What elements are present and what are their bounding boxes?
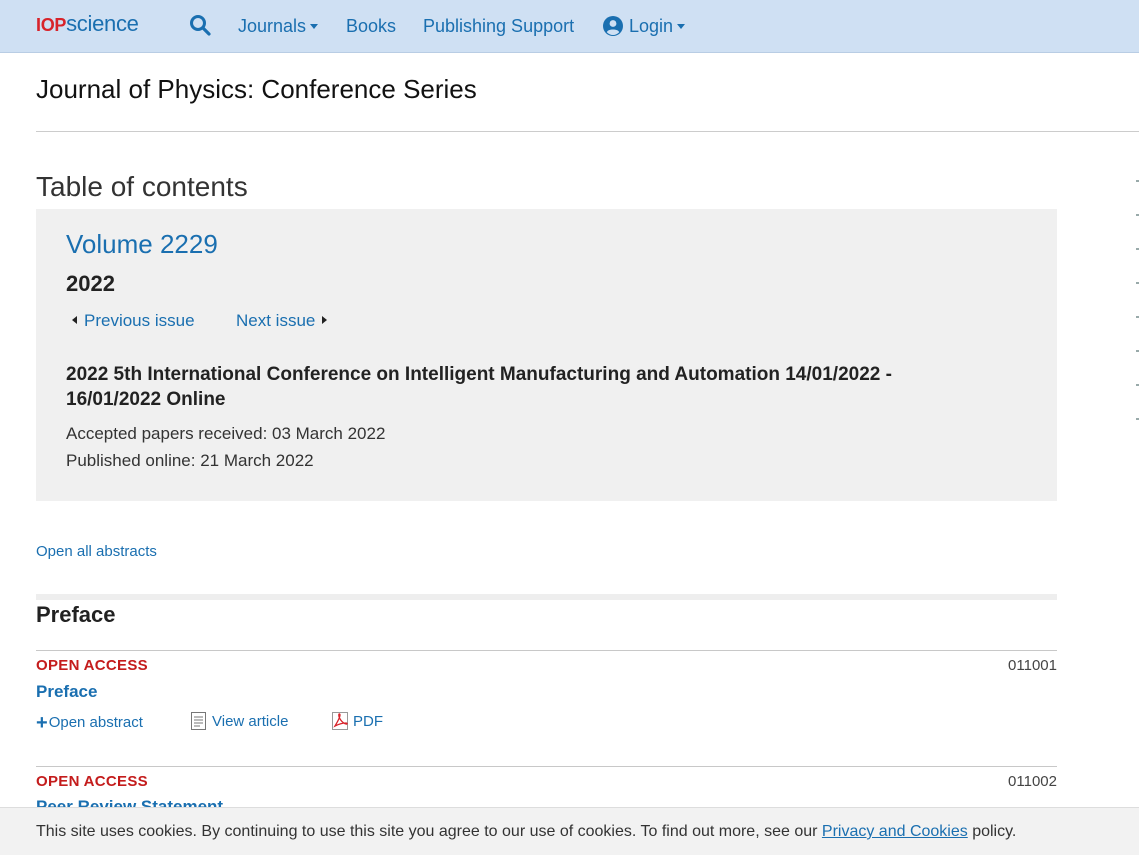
pdf-icon xyxy=(332,712,348,730)
plus-icon: + xyxy=(36,712,48,734)
section-divider xyxy=(36,594,1057,600)
journal-title: Journal of Physics: Conference Series xyxy=(36,74,477,104)
article-number: 011002 xyxy=(1008,773,1057,790)
open-abstract-label: Open abstract xyxy=(48,714,143,731)
divider xyxy=(36,131,1139,132)
open-access-badge: OPEN ACCESS xyxy=(36,657,148,674)
conference-title: 2022 5th International Conference on Int… xyxy=(66,364,892,410)
cookie-banner: This site uses cookies. By continuing to… xyxy=(0,807,1139,855)
cookie-text-before: This site uses cookies. By continuing to… xyxy=(36,823,822,840)
search-icon[interactable] xyxy=(189,14,211,36)
caret-left-icon xyxy=(72,316,77,324)
article-divider xyxy=(36,766,1057,767)
toc-heading: Table of contents xyxy=(36,171,248,202)
next-issue-label: Next issue xyxy=(236,311,316,330)
view-article-link[interactable]: View article xyxy=(191,712,288,730)
chevron-down-icon xyxy=(677,24,686,29)
caret-right-icon xyxy=(322,316,328,324)
nav-books-link[interactable]: Books xyxy=(346,16,396,37)
user-circle-icon xyxy=(603,16,623,36)
article-number: 011001 xyxy=(1008,657,1057,674)
nav-journals-label: Journals xyxy=(238,16,307,36)
volume-info-panel: Volume 2229 2022 Previous issue Next iss… xyxy=(36,209,1057,501)
published-date: Published online: 21 March 2022 xyxy=(66,451,314,470)
privacy-cookies-link[interactable]: Privacy and Cookies xyxy=(822,823,968,840)
article-divider xyxy=(36,650,1057,651)
article-title-link[interactable]: Preface xyxy=(36,682,97,702)
volume-year: 2022 xyxy=(66,271,115,296)
nav-login-label: Login xyxy=(629,16,674,36)
nav-journals-dropdown[interactable]: Journals xyxy=(238,16,319,37)
chevron-down-icon xyxy=(310,24,319,29)
view-article-label: View article xyxy=(212,713,289,730)
cookie-message: This site uses cookies. By continuing to… xyxy=(36,823,1016,841)
previous-issue-link[interactable]: Previous issue xyxy=(72,311,195,331)
open-access-badge: OPEN ACCESS xyxy=(36,773,148,790)
next-issue-link[interactable]: Next issue xyxy=(236,311,328,331)
logo-science: science xyxy=(66,11,139,36)
nav-login-dropdown[interactable]: Login xyxy=(603,16,686,37)
section-title: Preface xyxy=(36,602,116,627)
accepted-date: Accepted papers received: 03 March 2022 xyxy=(66,424,386,443)
iopscience-logo[interactable]: IOPscience xyxy=(36,11,139,37)
top-navigation-bar: IOPscience Journals Books Publishing Sup… xyxy=(0,0,1139,53)
logo-iop: IOP xyxy=(36,15,67,35)
pdf-link[interactable]: PDF xyxy=(332,712,383,730)
open-abstract-button[interactable]: +Open abstract xyxy=(36,712,143,735)
open-all-abstracts-link[interactable]: Open all abstracts xyxy=(36,543,157,560)
cookie-text-after: policy. xyxy=(967,823,1017,840)
nav-publishing-support-link[interactable]: Publishing Support xyxy=(423,16,574,37)
pdf-label: PDF xyxy=(353,713,383,730)
volume-title: Volume 2229 xyxy=(66,229,218,259)
document-icon xyxy=(191,712,206,730)
previous-issue-label: Previous issue xyxy=(84,311,195,330)
